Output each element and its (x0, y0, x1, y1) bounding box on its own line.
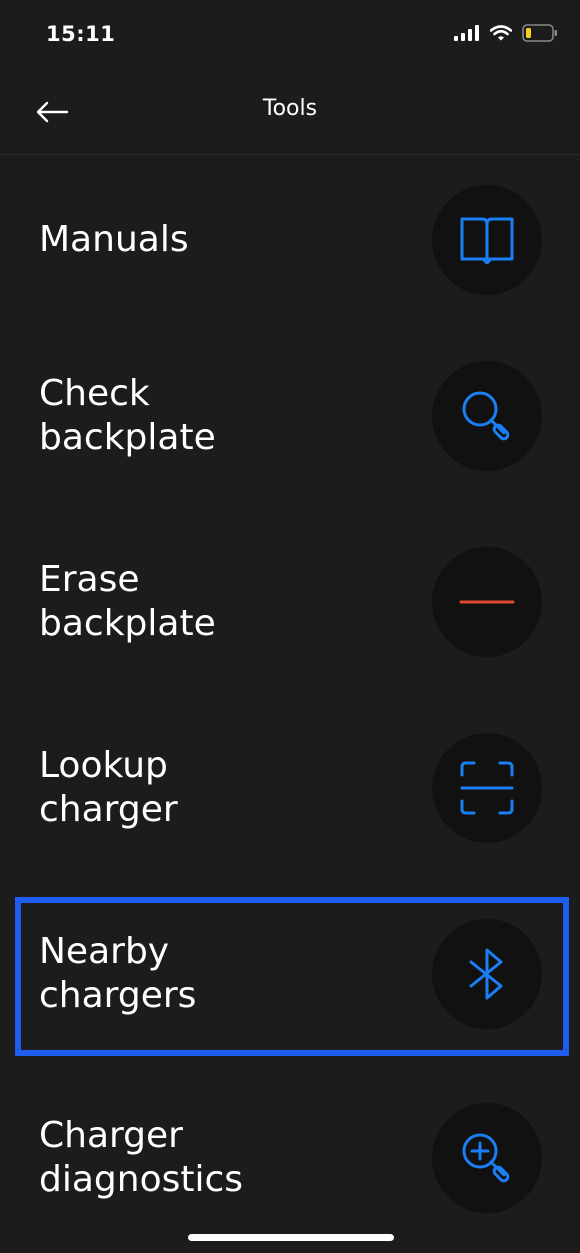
nav-bar: Tools (0, 70, 580, 155)
battery-icon (522, 24, 557, 42)
scan-icon (460, 761, 514, 815)
menu-item-label: Erase backplate (39, 559, 216, 644)
zoom-in-icon (462, 1133, 510, 1183)
home-indicator[interactable] (188, 1234, 394, 1241)
menu-item-label: Nearby chargers (39, 931, 197, 1016)
menu-item-label: Lookup charger (39, 745, 178, 830)
menu-item-erase-backplate[interactable]: Erase backplate (0, 517, 580, 687)
menu-item-manuals[interactable]: Manuals (0, 155, 580, 325)
page-title: Tools (262, 96, 318, 121)
status-bar: 15:11 (0, 0, 580, 70)
erase-backplate-icon-button[interactable] (432, 547, 542, 657)
menu-item-nearby-chargers[interactable]: Nearby chargers (0, 889, 580, 1059)
menu-item-check-backplate[interactable]: Check backplate (0, 331, 580, 501)
minus-icon (459, 600, 515, 604)
menu-item-label: Manuals (39, 219, 189, 260)
menu-item-label: Charger diagnostics (39, 1115, 244, 1200)
nearby-chargers-icon-button[interactable] (432, 919, 542, 1029)
status-icons (454, 24, 558, 42)
menu-item-label: Check backplate (39, 373, 216, 458)
lookup-charger-icon-button[interactable] (432, 733, 542, 843)
manuals-icon-button[interactable] (432, 185, 542, 295)
magnifier-icon (462, 391, 510, 441)
wifi-icon (490, 25, 512, 41)
status-time: 15:11 (46, 22, 116, 46)
charger-diagnostics-icon-button[interactable] (432, 1103, 542, 1213)
signal-icon (454, 25, 479, 41)
bluetooth-icon (469, 948, 503, 1000)
menu-item-charger-diagnostics[interactable]: Charger diagnostics (0, 1073, 580, 1243)
menu-item-lookup-charger[interactable]: Lookup charger (0, 703, 580, 873)
check-backplate-icon-button[interactable] (432, 361, 542, 471)
book-icon (460, 217, 514, 264)
